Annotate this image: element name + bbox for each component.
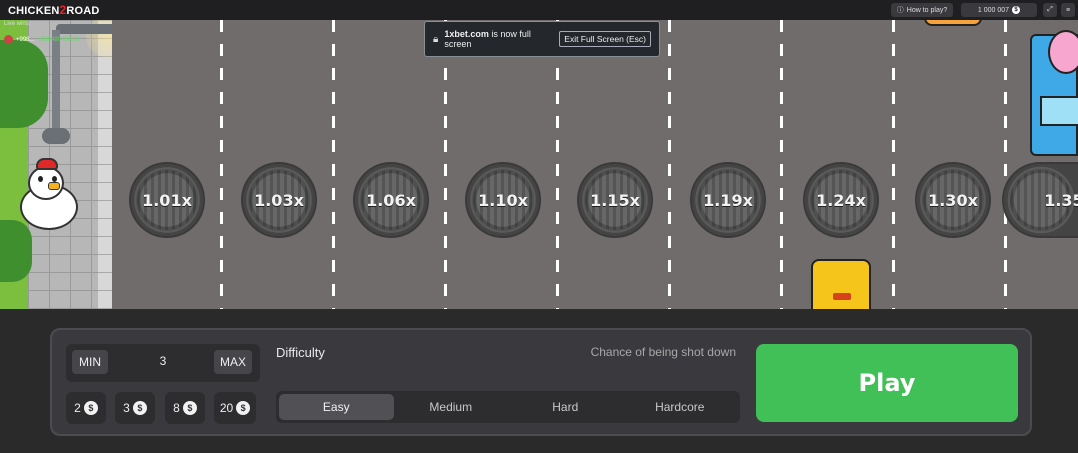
difficulty-label: Difficulty bbox=[276, 345, 325, 360]
fullscreen-icon[interactable]: ⤢ bbox=[1043, 3, 1057, 17]
lamp-base bbox=[42, 128, 70, 144]
chicken-eye bbox=[38, 176, 43, 182]
control-panel: MIN 3 MAX 2 $ 3 $ 8 $ 20 $ Difficulty Chance… bbox=[50, 328, 1032, 436]
curb bbox=[98, 20, 112, 309]
info-icon: ⓘ bbox=[896, 7, 904, 14]
truck-window bbox=[1040, 96, 1078, 126]
road bbox=[112, 20, 1078, 309]
game-scene: 1.01x 1.03x 1.06x 1.10x 1.15x 1.19x 1.24… bbox=[0, 20, 1078, 309]
coin-icon: $ bbox=[132, 401, 147, 415]
difficulty-tab-easy[interactable]: Easy bbox=[279, 394, 394, 420]
game-logo: CHICKEN2ROAD bbox=[8, 3, 100, 17]
chip-value: 20 bbox=[219, 401, 234, 415]
top-bar: CHICKEN2ROAD ⓘ How to play? 1 000 007 $ … bbox=[0, 0, 1078, 20]
taxi-light bbox=[833, 293, 851, 300]
chip-button-8[interactable]: 8 $ bbox=[165, 392, 205, 424]
chip-button-3[interactable]: 3 $ bbox=[115, 392, 155, 424]
game-app: CHICKEN2ROAD ⓘ How to play? 1 000 007 $ … bbox=[0, 0, 1078, 453]
car-top bbox=[924, 20, 982, 26]
chip-button-20[interactable]: 20 $ bbox=[214, 392, 256, 424]
avatar bbox=[4, 35, 13, 44]
lane-line bbox=[892, 20, 895, 309]
multiplier-label: 1.35x bbox=[1044, 190, 1078, 210]
difficulty-tab-hard[interactable]: Hard bbox=[508, 394, 623, 420]
manhole-lane-7[interactable]: 1.24x bbox=[803, 162, 879, 238]
live-win-row: +998... +$69480450.00 bbox=[4, 34, 98, 45]
multiplier-label: 1.24x bbox=[816, 190, 866, 210]
difficulty-tab-hardcore[interactable]: Hardcore bbox=[623, 394, 738, 420]
menu-icon[interactable]: ≡ bbox=[1061, 3, 1075, 17]
multiplier-label: 1.06x bbox=[366, 190, 416, 210]
difficulty-selector: Easy Medium Hard Hardcore bbox=[276, 391, 740, 423]
play-button[interactable]: Play bbox=[756, 344, 1018, 422]
bet-amount-input[interactable]: 3 bbox=[150, 354, 176, 368]
logo-text-left: CHICKEN bbox=[8, 5, 60, 17]
live-win-amount: +$69480450.00 bbox=[37, 36, 80, 43]
lane-line bbox=[780, 20, 783, 309]
chip-value: 2 bbox=[74, 401, 81, 415]
multiplier-label: 1.03x bbox=[254, 190, 304, 210]
lane-line bbox=[556, 20, 559, 309]
manhole-lane-9[interactable]: 1.35x bbox=[1002, 162, 1078, 238]
manhole-lane-5[interactable]: 1.15x bbox=[577, 162, 653, 238]
coin-icon: $ bbox=[236, 401, 251, 415]
coin-icon: $ bbox=[182, 401, 197, 415]
max-bet-button[interactable]: MAX bbox=[214, 350, 252, 374]
lane-line bbox=[220, 20, 223, 309]
bet-amount-box: MIN 3 MAX bbox=[66, 344, 260, 382]
chance-label: Chance of being shot down bbox=[590, 345, 736, 359]
multiplier-label: 1.19x bbox=[703, 190, 753, 210]
tree-decoration bbox=[0, 40, 48, 128]
exit-fullscreen-button[interactable]: Exit Full Screen (Esc) bbox=[559, 31, 651, 47]
manhole-lane-2[interactable]: 1.03x bbox=[241, 162, 317, 238]
how-to-play-label: How to play? bbox=[906, 6, 948, 14]
chip-button-2[interactable]: 2 $ bbox=[66, 392, 106, 424]
balance-display: 1 000 007 $ bbox=[961, 3, 1037, 17]
live-win-user: +998... bbox=[16, 36, 35, 43]
live-wins-label: Live wins: bbox=[4, 21, 31, 27]
balance-value: 1 000 007 bbox=[977, 6, 1010, 14]
multiplier-label: 1.15x bbox=[590, 190, 640, 210]
coin-icon: $ bbox=[1012, 6, 1021, 14]
chicken-character bbox=[12, 158, 84, 234]
taxi-car bbox=[811, 259, 871, 309]
site-name: 1xbet.com bbox=[444, 29, 489, 39]
multiplier-label: 1.30x bbox=[928, 190, 978, 210]
lane-line bbox=[444, 20, 447, 309]
manhole-lane-6[interactable]: 1.19x bbox=[690, 162, 766, 238]
ice-cream-cone bbox=[1048, 30, 1078, 74]
manhole-lane-1[interactable]: 1.01x bbox=[129, 162, 205, 238]
lane-line bbox=[668, 20, 671, 309]
how-to-play-button[interactable]: ⓘ How to play? bbox=[891, 3, 953, 17]
fullscreen-notice: 🔒︎ 1xbet.com is now full screen Exit Ful… bbox=[424, 21, 660, 57]
lamp-post bbox=[52, 30, 60, 144]
chip-value: 3 bbox=[123, 401, 130, 415]
difficulty-tab-medium[interactable]: Medium bbox=[394, 394, 509, 420]
ice-cream-truck bbox=[1030, 30, 1078, 156]
chip-value: 8 bbox=[173, 401, 180, 415]
manhole-lane-8[interactable]: 1.30x bbox=[915, 162, 991, 238]
logo-text-right: ROAD bbox=[66, 5, 100, 17]
coin-icon: $ bbox=[83, 401, 98, 415]
multiplier-label: 1.01x bbox=[142, 190, 192, 210]
multiplier-label: 1.10x bbox=[478, 190, 528, 210]
lamp-arm bbox=[56, 24, 116, 34]
chicken-beak bbox=[48, 182, 60, 190]
lane-line bbox=[1004, 20, 1007, 309]
manhole-lane-4[interactable]: 1.10x bbox=[465, 162, 541, 238]
manhole-lane-3[interactable]: 1.06x bbox=[353, 162, 429, 238]
chicken-comb bbox=[36, 158, 58, 170]
lane-line bbox=[332, 20, 335, 309]
min-bet-button[interactable]: MIN bbox=[72, 350, 108, 374]
lock-icon: 🔒︎ bbox=[433, 33, 439, 45]
fullscreen-message: 1xbet.com is now full screen bbox=[444, 29, 553, 49]
